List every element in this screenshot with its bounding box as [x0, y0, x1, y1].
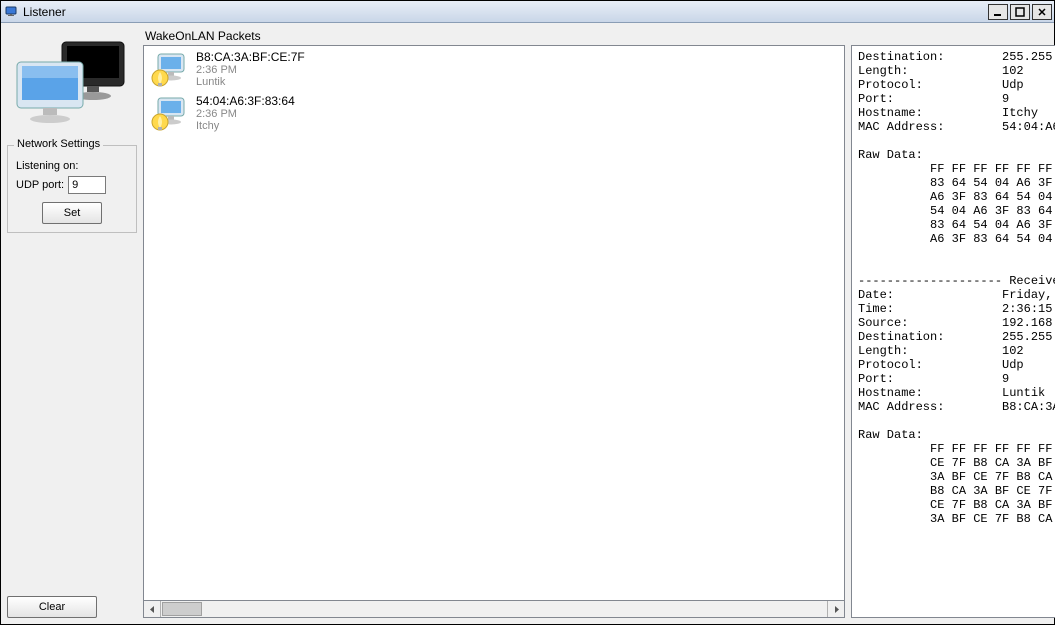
scroll-right-icon[interactable] — [827, 601, 844, 617]
packet-time: 2:36 PM — [196, 108, 295, 120]
set-button[interactable]: Set — [42, 202, 102, 224]
packet-icon — [150, 50, 190, 90]
main-window: Listener — [0, 0, 1055, 625]
list-item[interactable]: B8:CA:3A:BF:CE:7F 2:36 PM Luntik — [146, 48, 842, 92]
left-panel: Network Settings Listening on: UDP port:… — [7, 29, 137, 618]
packets-panel: WakeOnLAN Packets — [143, 29, 845, 618]
window-title: Listener — [23, 5, 986, 19]
packet-host: Luntik — [196, 76, 305, 88]
clear-button[interactable]: Clear — [7, 596, 97, 618]
network-settings-label: Network Settings — [14, 138, 103, 150]
packet-time: 2:36 PM — [196, 64, 305, 76]
scroll-thumb[interactable] — [162, 602, 202, 616]
set-button-label: Set — [64, 207, 81, 219]
packets-hscroll[interactable] — [143, 601, 845, 618]
packets-label: WakeOnLAN Packets — [143, 29, 845, 43]
minimize-button[interactable] — [988, 4, 1008, 20]
packet-icon — [150, 94, 190, 134]
packet-mac: 54:04:A6:3F:83:64 — [196, 94, 295, 108]
maximize-button[interactable] — [1010, 4, 1030, 20]
details-text[interactable]: Destination: 255.255.255.255 Length: 102… — [852, 46, 1055, 617]
packet-mac: B8:CA:3A:BF:CE:7F — [196, 50, 305, 64]
packets-list[interactable]: B8:CA:3A:BF:CE:7F 2:36 PM Luntik — [143, 45, 845, 601]
listening-on-label: Listening on: — [16, 160, 128, 172]
details-box: Destination: 255.255.255.255 Length: 102… — [851, 45, 1055, 618]
scroll-left-icon[interactable] — [144, 601, 161, 617]
udp-port-label: UDP port: — [16, 179, 64, 191]
content-area: Network Settings Listening on: UDP port:… — [1, 23, 1054, 624]
list-item[interactable]: 54:04:A6:3F:83:64 2:36 PM Itchy — [146, 92, 842, 136]
udp-port-input[interactable] — [68, 176, 106, 194]
app-icon — [5, 5, 19, 19]
network-settings-group: Network Settings Listening on: UDP port:… — [7, 145, 137, 233]
close-button[interactable] — [1032, 4, 1052, 20]
details-panel: Destination: 255.255.255.255 Length: 102… — [851, 45, 1055, 618]
monitors-illustration — [7, 29, 137, 139]
clear-button-label: Clear — [39, 601, 65, 613]
titlebar: Listener — [1, 1, 1054, 23]
packet-host: Itchy — [196, 120, 295, 132]
